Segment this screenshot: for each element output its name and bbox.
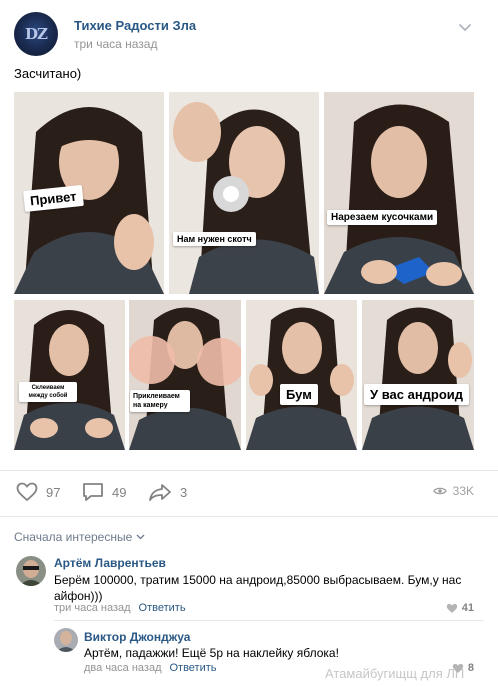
- divider: [54, 620, 484, 621]
- watermark: Атамайбугищщ для ЛП: [325, 666, 465, 681]
- chevron-down-icon: [136, 534, 145, 540]
- comment-like-count: 8: [467, 662, 474, 674]
- photo-5-image: [129, 300, 241, 450]
- photo-4-caption: Склеиваем между собой: [19, 382, 77, 402]
- photo-6-image: [246, 300, 357, 450]
- post-header: DZ Тихие Радости Зла три часа назад: [14, 12, 484, 56]
- post-text: Засчитано): [14, 66, 82, 81]
- photo-1[interactable]: Привет: [14, 92, 164, 294]
- comment-like-button[interactable]: 41: [446, 602, 474, 614]
- comment-icon: [83, 483, 103, 501]
- eye-icon: [432, 487, 447, 495]
- photo-6[interactable]: Бум: [246, 300, 357, 450]
- photo-6-caption: Бум: [280, 384, 318, 405]
- heart-icon: [16, 482, 38, 502]
- photo-2-caption: Нам нужен скотч: [173, 232, 256, 246]
- like-button[interactable]: 97: [16, 482, 60, 502]
- divider: [0, 470, 498, 471]
- photo-2[interactable]: Нам нужен скотч: [169, 92, 319, 294]
- comment-button[interactable]: 49: [82, 482, 126, 502]
- photo-2-image: [169, 92, 319, 294]
- photo-7-caption: У вас андроид: [364, 384, 470, 405]
- heart-icon: [452, 663, 464, 673]
- comment-meta: два часа назад Ответить: [84, 662, 217, 674]
- comments-sort-dropdown[interactable]: Сначала интересные: [14, 530, 145, 544]
- comments-sort-label: Сначала интересные: [14, 530, 133, 544]
- reply-button[interactable]: Ответить: [139, 602, 186, 614]
- comment-text-line: Берём 100000, тратим 15000 на андроид,85…: [54, 573, 462, 587]
- chevron-down-icon[interactable]: [458, 20, 472, 34]
- comment-author[interactable]: Виктор Джонджуа: [84, 630, 190, 644]
- commenter-avatar[interactable]: [16, 556, 46, 586]
- comment-author[interactable]: Артём Лаврентьев: [54, 556, 166, 570]
- photo-4[interactable]: Склеиваем между собой: [14, 300, 125, 450]
- comment-like-button[interactable]: 8: [452, 662, 474, 674]
- photo-5[interactable]: Приклеиваем на камеру: [129, 300, 241, 450]
- comment-like-count: 41: [461, 602, 474, 614]
- photo-4-image: [14, 300, 125, 450]
- avatar-logo-text: DZ: [25, 25, 48, 43]
- share-count: 3: [180, 484, 188, 500]
- comment-text: Берём 100000, тратим 15000 на андроид,85…: [54, 572, 484, 604]
- post-time[interactable]: три часа назад: [74, 37, 157, 51]
- post-actions: 97 49 3 33K: [14, 482, 484, 506]
- comment-count: 49: [112, 484, 127, 500]
- views-count: 33K: [452, 484, 474, 498]
- photo-3-caption: Нарезаем кусочками: [327, 210, 438, 225]
- comment-meta: три часа назад Ответить: [54, 602, 186, 614]
- views-counter: 33K: [432, 484, 474, 498]
- share-button[interactable]: 3: [148, 482, 187, 502]
- photo-3-image: [324, 92, 474, 294]
- like-count: 97: [46, 484, 61, 500]
- photo-7[interactable]: У вас андроид: [362, 300, 474, 450]
- community-avatar[interactable]: DZ: [14, 12, 58, 56]
- comment-time[interactable]: три часа назад: [54, 602, 131, 614]
- commenter-photo: [16, 556, 46, 586]
- photo-3[interactable]: Нарезаем кусочками: [324, 92, 474, 294]
- photo-5-caption: Приклеиваем на камеру: [130, 390, 190, 412]
- photo-7-image: [362, 300, 474, 450]
- commenter-photo: [54, 628, 78, 652]
- share-icon: [149, 484, 171, 501]
- comment-text: Артём, падажжи! Ещё 5р на наклейку яблок…: [84, 646, 339, 660]
- heart-icon: [446, 603, 457, 613]
- comment-time[interactable]: два часа назад: [84, 662, 161, 674]
- divider: [0, 516, 498, 517]
- community-name[interactable]: Тихие Радости Зла: [74, 18, 196, 33]
- commenter-avatar[interactable]: [54, 628, 78, 652]
- reply-button[interactable]: Ответить: [169, 662, 216, 674]
